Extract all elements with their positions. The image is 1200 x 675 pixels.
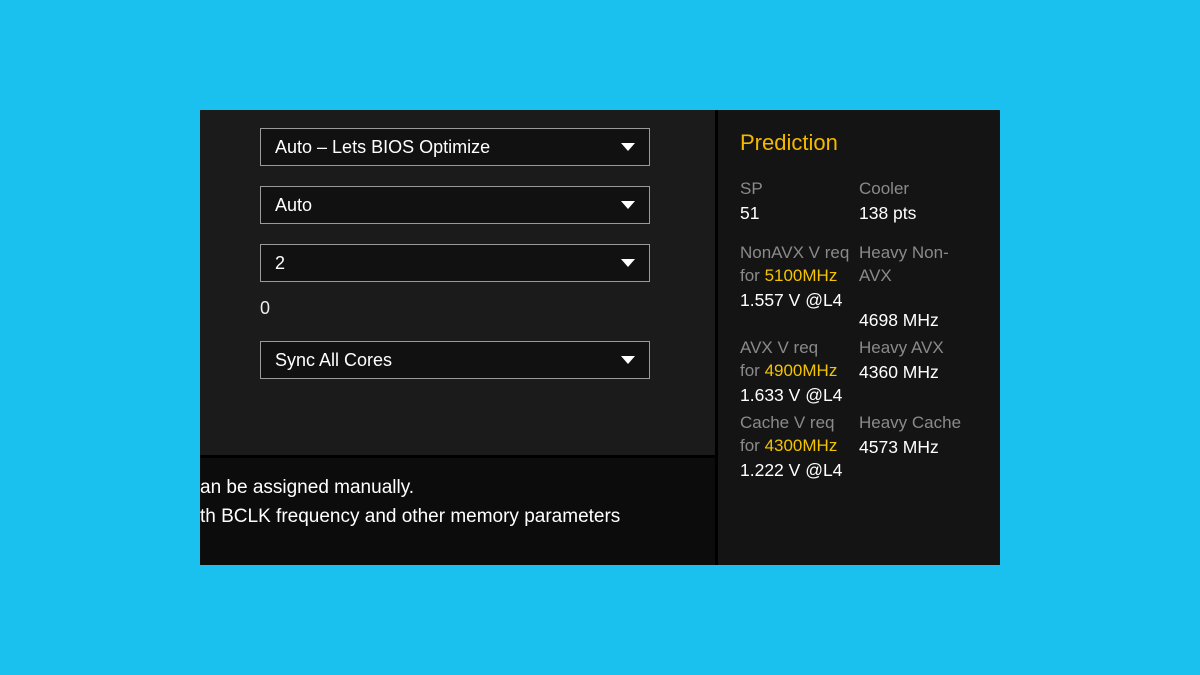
avx-voltage: 1.633 V @L4 — [740, 385, 859, 406]
select-value: Auto — [275, 195, 312, 216]
nonavx-label-a: NonAVX V req — [740, 242, 859, 265]
avx-label-b: for — [740, 361, 765, 380]
heavy-nonavx-value: 4698 MHz — [859, 310, 978, 331]
nonavx-label-b: for — [740, 266, 765, 285]
select-value: 2 — [275, 253, 285, 274]
select-two[interactable]: 2 — [260, 244, 650, 282]
cooler-label: Cooler — [859, 178, 978, 201]
chevron-down-icon — [621, 143, 635, 151]
nonavx-voltage: 1.557 V @L4 — [740, 290, 859, 311]
prediction-row-avx: AVX V req for 4900MHz 1.633 V @L4 Heavy … — [740, 337, 978, 406]
heavy-cache-value: 4573 MHz — [859, 437, 978, 458]
static-value-zero: 0 — [200, 298, 715, 319]
prediction-row-nonavx: NonAVX V req for 5100MHz 1.557 V @L4 Hea… — [740, 242, 978, 331]
help-line: an be assigned manually. — [200, 474, 695, 503]
help-text: an be assigned manually. th BCLK frequen… — [200, 455, 715, 565]
bios-panel: Auto – Lets BIOS Optimize Auto 2 0 — [200, 110, 1000, 565]
prediction-title: Prediction — [740, 130, 978, 156]
chevron-down-icon — [621, 356, 635, 364]
cooler-value: 138 pts — [859, 203, 978, 224]
select-value: Auto – Lets BIOS Optimize — [275, 137, 490, 158]
cache-freq: 4300MHz — [765, 436, 838, 455]
avx-freq: 4900MHz — [765, 361, 838, 380]
prediction-row-cache: Cache V req for 4300MHz 1.222 V @L4 Heav… — [740, 412, 978, 481]
settings-column: Auto – Lets BIOS Optimize Auto 2 0 — [200, 110, 718, 565]
nonavx-freq: 5100MHz — [765, 266, 838, 285]
chevron-down-icon — [621, 201, 635, 209]
select-bios-optimize[interactable]: Auto – Lets BIOS Optimize — [260, 128, 650, 166]
select-sync-all-cores[interactable]: Sync All Cores — [260, 341, 650, 379]
heavy-cache-label: Heavy Cache — [859, 412, 978, 435]
prediction-row-sp-cooler: SP 51 Cooler 138 pts — [740, 178, 978, 224]
cache-voltage: 1.222 V @L4 — [740, 460, 859, 481]
cache-label-b: for — [740, 436, 765, 455]
avx-label-a: AVX V req — [740, 337, 859, 360]
heavy-avx-label: Heavy AVX — [859, 337, 978, 360]
select-value: Sync All Cores — [275, 350, 392, 371]
help-line: th BCLK frequency and other memory param… — [200, 503, 695, 532]
heavy-nonavx-label: Heavy Non-AVX — [859, 242, 978, 288]
prediction-panel: Prediction SP 51 Cooler 138 pts NonAVX V… — [718, 110, 1000, 565]
cache-label-a: Cache V req — [740, 412, 859, 435]
sp-label: SP — [740, 178, 859, 201]
sp-value: 51 — [740, 203, 859, 224]
chevron-down-icon — [621, 259, 635, 267]
heavy-avx-value: 4360 MHz — [859, 362, 978, 383]
select-auto[interactable]: Auto — [260, 186, 650, 224]
